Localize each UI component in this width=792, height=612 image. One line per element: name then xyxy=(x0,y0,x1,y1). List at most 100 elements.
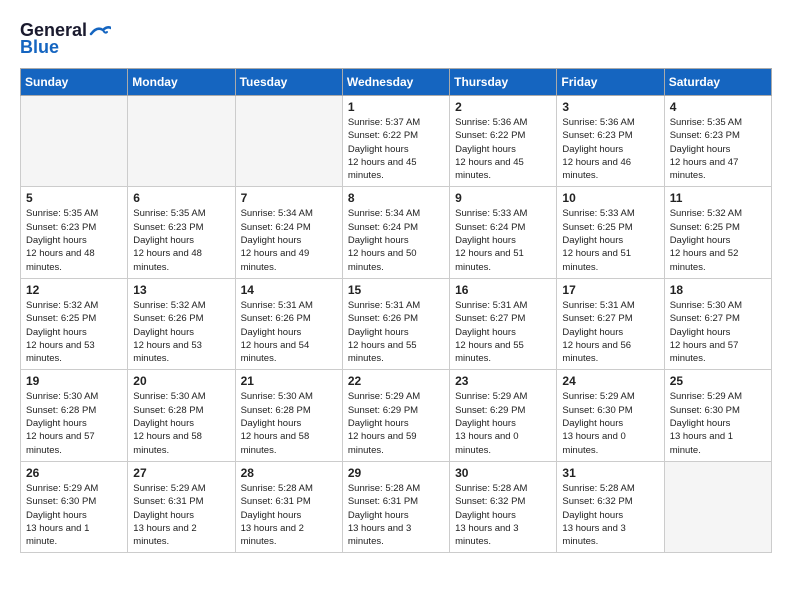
weekday-header-row: SundayMondayTuesdayWednesdayThursdayFrid… xyxy=(21,69,772,96)
day-info: Sunrise: 5:29 AMSunset: 6:30 PMDaylight … xyxy=(26,482,122,548)
calendar-day-cell: 21 Sunrise: 5:30 AMSunset: 6:28 PMDayligh… xyxy=(235,370,342,461)
day-info: Sunrise: 5:30 AMSunset: 6:27 PMDaylight … xyxy=(670,299,766,365)
day-number: 14 xyxy=(241,283,337,297)
calendar-day-cell: 17 Sunrise: 5:31 AMSunset: 6:27 PMDayligh… xyxy=(557,278,664,369)
day-info: Sunrise: 5:31 AMSunset: 6:27 PMDaylight … xyxy=(562,299,658,365)
day-number: 12 xyxy=(26,283,122,297)
day-info: Sunrise: 5:32 AMSunset: 6:25 PMDaylight … xyxy=(670,207,766,273)
calendar-day-cell: 12 Sunrise: 5:32 AMSunset: 6:25 PMDayligh… xyxy=(21,278,128,369)
day-info: Sunrise: 5:29 AMSunset: 6:30 PMDaylight … xyxy=(670,390,766,456)
calendar-day-cell: 25 Sunrise: 5:29 AMSunset: 6:30 PMDayligh… xyxy=(664,370,771,461)
calendar-day-cell: 24 Sunrise: 5:29 AMSunset: 6:30 PMDayligh… xyxy=(557,370,664,461)
calendar-day-cell: 1 Sunrise: 5:37 AMSunset: 6:22 PMDaylight… xyxy=(342,96,449,187)
calendar-day-cell: 19 Sunrise: 5:30 AMSunset: 6:28 PMDayligh… xyxy=(21,370,128,461)
weekday-header-saturday: Saturday xyxy=(664,69,771,96)
day-number: 11 xyxy=(670,191,766,205)
day-info: Sunrise: 5:33 AMSunset: 6:24 PMDaylight … xyxy=(455,207,551,273)
calendar-day-cell: 31 Sunrise: 5:28 AMSunset: 6:32 PMDayligh… xyxy=(557,461,664,552)
day-number: 3 xyxy=(562,100,658,114)
day-number: 13 xyxy=(133,283,229,297)
day-number: 1 xyxy=(348,100,444,114)
calendar-day-cell xyxy=(235,96,342,187)
day-info: Sunrise: 5:30 AMSunset: 6:28 PMDaylight … xyxy=(241,390,337,456)
day-info: Sunrise: 5:31 AMSunset: 6:26 PMDaylight … xyxy=(348,299,444,365)
calendar-day-cell xyxy=(128,96,235,187)
day-info: Sunrise: 5:28 AMSunset: 6:31 PMDaylight … xyxy=(348,482,444,548)
calendar-day-cell: 9Sunrise: 5:33 AMSunset: 6:24 PMDaylight… xyxy=(450,187,557,278)
day-number: 16 xyxy=(455,283,551,297)
calendar-day-cell: 11 Sunrise: 5:32 AMSunset: 6:25 PMDayligh… xyxy=(664,187,771,278)
calendar-day-cell: 15 Sunrise: 5:31 AMSunset: 6:26 PMDayligh… xyxy=(342,278,449,369)
calendar-day-cell: 22 Sunrise: 5:29 AMSunset: 6:29 PMDayligh… xyxy=(342,370,449,461)
day-number: 5 xyxy=(26,191,122,205)
calendar-day-cell: 2Sunrise: 5:36 AMSunset: 6:22 PMDaylight… xyxy=(450,96,557,187)
calendar-day-cell xyxy=(21,96,128,187)
day-number: 22 xyxy=(348,374,444,388)
day-number: 18 xyxy=(670,283,766,297)
day-info: Sunrise: 5:36 AMSunset: 6:22 PMDaylight … xyxy=(455,116,551,182)
day-info: Sunrise: 5:29 AMSunset: 6:29 PMDaylight … xyxy=(455,390,551,456)
day-number: 10 xyxy=(562,191,658,205)
calendar-day-cell: 8Sunrise: 5:34 AMSunset: 6:24 PMDaylight… xyxy=(342,187,449,278)
calendar-week-row: 5 Sunrise: 5:35 AMSunset: 6:23 PMDaylight… xyxy=(21,187,772,278)
day-info: Sunrise: 5:29 AMSunset: 6:31 PMDaylight … xyxy=(133,482,229,548)
day-info: Sunrise: 5:37 AMSunset: 6:22 PMDaylight … xyxy=(348,116,444,182)
calendar-day-cell: 13Sunrise: 5:32 AMSunset: 6:26 PMDayligh… xyxy=(128,278,235,369)
calendar-day-cell: 4 Sunrise: 5:35 AMSunset: 6:23 PMDaylight… xyxy=(664,96,771,187)
day-number: 17 xyxy=(562,283,658,297)
day-number: 19 xyxy=(26,374,122,388)
calendar-day-cell: 23 Sunrise: 5:29 AMSunset: 6:29 PMDayligh… xyxy=(450,370,557,461)
day-info: Sunrise: 5:35 AMSunset: 6:23 PMDaylight … xyxy=(670,116,766,182)
day-info: Sunrise: 5:31 AMSunset: 6:26 PMDaylight … xyxy=(241,299,337,365)
day-info: Sunrise: 5:36 AMSunset: 6:23 PMDaylight … xyxy=(562,116,658,182)
logo-bird-icon xyxy=(89,24,111,38)
calendar-table: SundayMondayTuesdayWednesdayThursdayFrid… xyxy=(20,68,772,553)
calendar-day-cell: 18 Sunrise: 5:30 AMSunset: 6:27 PMDayligh… xyxy=(664,278,771,369)
day-number: 31 xyxy=(562,466,658,480)
calendar-day-cell: 29 Sunrise: 5:28 AMSunset: 6:31 PMDayligh… xyxy=(342,461,449,552)
logo: General Blue xyxy=(20,20,111,58)
day-info: Sunrise: 5:30 AMSunset: 6:28 PMDaylight … xyxy=(133,390,229,456)
day-info: Sunrise: 5:29 AMSunset: 6:29 PMDaylight … xyxy=(348,390,444,456)
page-header: General Blue xyxy=(20,20,772,58)
day-number: 4 xyxy=(670,100,766,114)
calendar-day-cell: 5 Sunrise: 5:35 AMSunset: 6:23 PMDaylight… xyxy=(21,187,128,278)
day-info: Sunrise: 5:34 AMSunset: 6:24 PMDaylight … xyxy=(241,207,337,273)
calendar-day-cell: 7 Sunrise: 5:34 AMSunset: 6:24 PMDaylight… xyxy=(235,187,342,278)
weekday-header-friday: Friday xyxy=(557,69,664,96)
day-number: 6 xyxy=(133,191,229,205)
day-number: 29 xyxy=(348,466,444,480)
day-number: 30 xyxy=(455,466,551,480)
weekday-header-sunday: Sunday xyxy=(21,69,128,96)
calendar-day-cell: 10 Sunrise: 5:33 AMSunset: 6:25 PMDayligh… xyxy=(557,187,664,278)
day-info: Sunrise: 5:28 AMSunset: 6:32 PMDaylight … xyxy=(455,482,551,548)
calendar-week-row: 26 Sunrise: 5:29 AMSunset: 6:30 PMDayligh… xyxy=(21,461,772,552)
day-number: 20 xyxy=(133,374,229,388)
day-info: Sunrise: 5:32 AMSunset: 6:25 PMDaylight … xyxy=(26,299,122,365)
calendar-day-cell: 27 Sunrise: 5:29 AMSunset: 6:31 PMDayligh… xyxy=(128,461,235,552)
weekday-header-wednesday: Wednesday xyxy=(342,69,449,96)
calendar-day-cell: 16Sunrise: 5:31 AMSunset: 6:27 PMDayligh… xyxy=(450,278,557,369)
day-info: Sunrise: 5:33 AMSunset: 6:25 PMDaylight … xyxy=(562,207,658,273)
weekday-header-thursday: Thursday xyxy=(450,69,557,96)
day-number: 28 xyxy=(241,466,337,480)
day-number: 8 xyxy=(348,191,444,205)
day-number: 21 xyxy=(241,374,337,388)
day-number: 27 xyxy=(133,466,229,480)
day-info: Sunrise: 5:28 AMSunset: 6:32 PMDaylight … xyxy=(562,482,658,548)
day-number: 24 xyxy=(562,374,658,388)
day-info: Sunrise: 5:28 AMSunset: 6:31 PMDaylight … xyxy=(241,482,337,548)
day-number: 15 xyxy=(348,283,444,297)
calendar-day-cell: 28 Sunrise: 5:28 AMSunset: 6:31 PMDayligh… xyxy=(235,461,342,552)
day-number: 23 xyxy=(455,374,551,388)
day-number: 7 xyxy=(241,191,337,205)
calendar-day-cell: 3 Sunrise: 5:36 AMSunset: 6:23 PMDaylight… xyxy=(557,96,664,187)
logo-blue-text: Blue xyxy=(20,37,59,58)
day-info: Sunrise: 5:29 AMSunset: 6:30 PMDaylight … xyxy=(562,390,658,456)
day-number: 25 xyxy=(670,374,766,388)
day-number: 26 xyxy=(26,466,122,480)
day-info: Sunrise: 5:30 AMSunset: 6:28 PMDaylight … xyxy=(26,390,122,456)
day-info: Sunrise: 5:35 AMSunset: 6:23 PMDaylight … xyxy=(26,207,122,273)
calendar-day-cell xyxy=(664,461,771,552)
calendar-week-row: 19 Sunrise: 5:30 AMSunset: 6:28 PMDayligh… xyxy=(21,370,772,461)
